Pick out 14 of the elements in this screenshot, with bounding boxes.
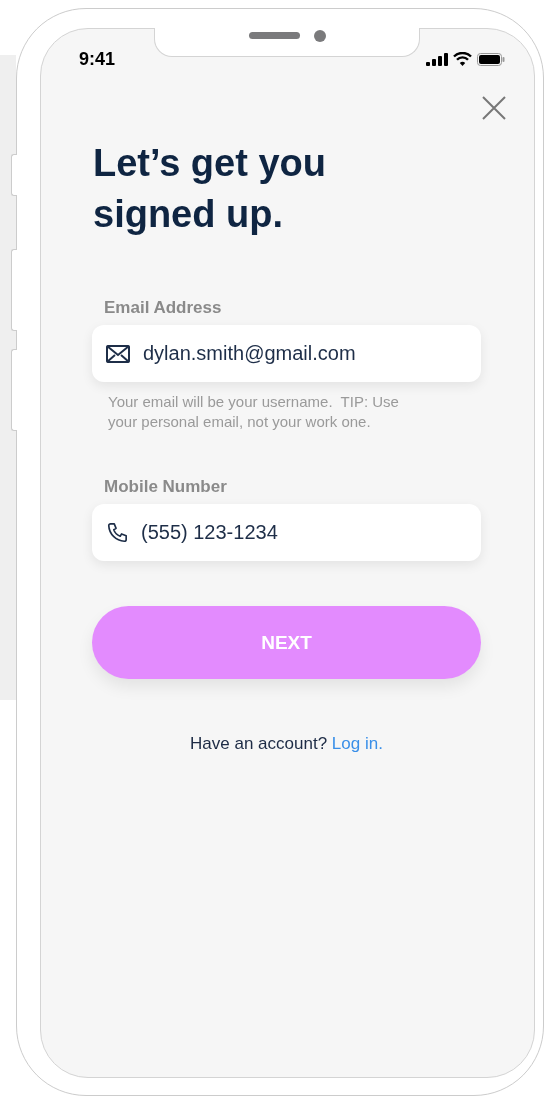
email-field[interactable]: dylan.smith@gmail.com (92, 325, 481, 382)
close-icon[interactable] (482, 96, 506, 120)
account-prompt: Have an account? (190, 734, 328, 753)
envelope-icon (106, 344, 130, 363)
signal-icon (426, 52, 448, 66)
field-label: Mobile Number (104, 477, 228, 498)
field-label: Email Address (104, 298, 223, 319)
page-title: Let’s get you signed up. (93, 141, 327, 237)
wifi-icon (453, 52, 472, 66)
phone-field[interactable]: (555) 123-1234 (92, 504, 481, 561)
phone-icon (106, 521, 128, 544)
status-time: 9:41 (79, 48, 116, 70)
battery-icon (477, 52, 505, 66)
field-hint: Your email will be your username. TIP: Use your personal email, not your work one. (108, 392, 400, 432)
